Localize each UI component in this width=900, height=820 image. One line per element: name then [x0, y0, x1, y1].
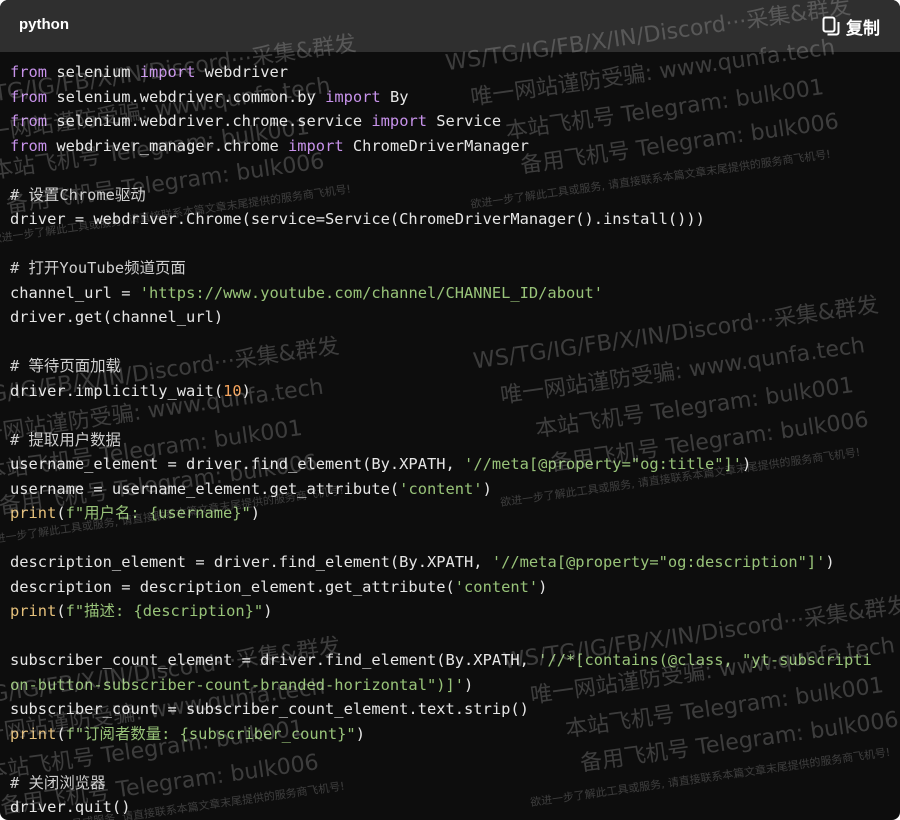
code-token: username_element = driver.find_element(B… — [10, 455, 465, 473]
code-token: 'content' — [454, 577, 539, 596]
code-token: ) — [263, 602, 273, 620]
code-line: from webdriver_manager.chrome import Chr… — [0, 134, 900, 159]
code-line: print(f"用户名: {username}") — [0, 501, 900, 526]
code-block: python 复制 from selenium import webdriver… — [0, 0, 900, 820]
copy-icon — [822, 16, 840, 36]
code-line: subscriber_count_element = driver.find_e… — [0, 648, 900, 673]
code-line: # 打开YouTube频道页面 — [0, 256, 900, 281]
code-line: # 设置Chrome驱动 — [0, 183, 900, 208]
code-token: from — [10, 63, 48, 81]
code-token: 'https://www.youtube.com/channel/CHANNEL… — [139, 283, 604, 302]
code-line: channel_url = 'https://www.youtube.com/c… — [0, 281, 900, 306]
code-line: subscriber_count = subscriber_count_elem… — [0, 697, 900, 722]
code-token: print — [10, 602, 57, 620]
code-token: selenium.webdriver.common.by — [47, 87, 326, 106]
code-token: subscriber_count_element = driver.find_e… — [10, 651, 539, 669]
code-block-header: python 复制 — [0, 0, 900, 52]
code-token: description = description_element.get_at… — [10, 577, 455, 596]
code-line: from selenium import webdriver — [0, 60, 900, 85]
code-token: from — [10, 112, 48, 130]
code-line: driver.quit() — [0, 795, 900, 820]
code-token: username = username_element.get_attribut… — [10, 479, 400, 498]
code-token: f"订阅者数量: {subscriber_count}" — [65, 724, 356, 743]
code-line: description = description_element.get_at… — [0, 575, 900, 600]
code-token: ) — [250, 504, 261, 522]
copy-button-label: 复制 — [846, 18, 880, 39]
code-token: # 打开YouTube频道页面 — [10, 259, 186, 277]
code-token: # 关闭浏览器 — [10, 773, 106, 792]
code-token: print — [10, 724, 57, 743]
code-token: ( — [56, 602, 66, 620]
code-line: username_element = driver.find_element(B… — [0, 452, 900, 477]
code-token: selenium — [47, 63, 140, 81]
code-token: driver.implicitly_wait( — [10, 381, 224, 400]
code-token: Service — [427, 112, 502, 130]
code-token: ) — [355, 724, 365, 743]
copy-button[interactable]: 复制 — [822, 14, 880, 39]
code-token: from — [10, 136, 48, 155]
code-token: driver.get(channel_url) — [10, 308, 224, 326]
code-token: ) — [538, 577, 548, 596]
code-line: # 关闭浏览器 — [0, 771, 900, 796]
code-line: # 提取用户数据 — [0, 428, 900, 453]
code-token: description_element = driver.find_elemen… — [10, 553, 492, 571]
code-token: # 提取用户数据 — [10, 430, 121, 449]
code-token: ( — [56, 724, 66, 743]
code-token: subscriber_count = subscriber_count_elem… — [10, 700, 529, 718]
code-content: from selenium import webdriver from selen… — [0, 60, 900, 820]
code-line: from selenium.webdriver.chrome.service i… — [0, 109, 900, 134]
code-token: driver.quit() — [10, 798, 131, 816]
code-line: driver.implicitly_wait(10) — [0, 379, 900, 404]
code-token: 10 — [223, 381, 242, 400]
code-token: ) — [742, 455, 752, 473]
code-token: '//meta[@property="og:title"]' — [464, 455, 743, 473]
code-line: username = username_element.get_attribut… — [0, 477, 900, 502]
language-label: python — [19, 16, 69, 33]
code-token: '//meta[@property="og:description"]' — [491, 553, 826, 571]
code-line: on-button-subscriber-count-branded-horiz… — [0, 673, 900, 698]
code-token: ) — [241, 381, 251, 400]
code-token: from — [10, 87, 48, 106]
code-token: ChromeDriverManager — [343, 136, 529, 155]
code-token: selenium.webdriver.chrome.service — [47, 112, 372, 130]
code-token: import — [325, 87, 381, 106]
code-token: # 等待页面加载 — [10, 357, 121, 375]
code-line: description_element = driver.find_elemen… — [0, 550, 900, 575]
code-line: driver.get(channel_url) — [0, 305, 900, 330]
code-token: on-button-subscriber-count-branded-horiz… — [10, 675, 465, 694]
code-line: # 等待页面加载 — [0, 354, 900, 379]
code-token: f"用户名: {username}" — [65, 504, 251, 522]
code-line: driver = webdriver.Chrome(service=Servic… — [0, 207, 900, 232]
code-token: channel_url = — [10, 283, 140, 302]
code-token: ) — [825, 553, 835, 571]
code-token: print — [10, 504, 57, 522]
code-token: ( — [56, 504, 66, 522]
code-token: f"描述: {description}" — [65, 602, 264, 620]
code-token: import — [288, 136, 344, 155]
code-token: '//*[contains(@class, "yt-subscripti — [538, 651, 872, 669]
code-token: # 设置Chrome驱动 — [10, 185, 146, 204]
code-token: webdriver_manager.chrome — [47, 136, 288, 155]
code-line: print(f"描述: {description}") — [0, 599, 900, 624]
code-token: webdriver — [195, 63, 289, 81]
code-line: print(f"订阅者数量: {subscriber_count}") — [0, 722, 900, 747]
code-token: driver = webdriver.Chrome(service=Servic… — [10, 210, 705, 228]
code-token: 'content' — [399, 479, 483, 498]
code-token: import — [139, 63, 196, 81]
code-token: By — [380, 87, 409, 106]
code-token: ) — [464, 675, 474, 694]
code-line: from selenium.webdriver.common.by import… — [0, 85, 900, 110]
code-token: ) — [482, 479, 492, 498]
code-token: import — [371, 112, 427, 130]
